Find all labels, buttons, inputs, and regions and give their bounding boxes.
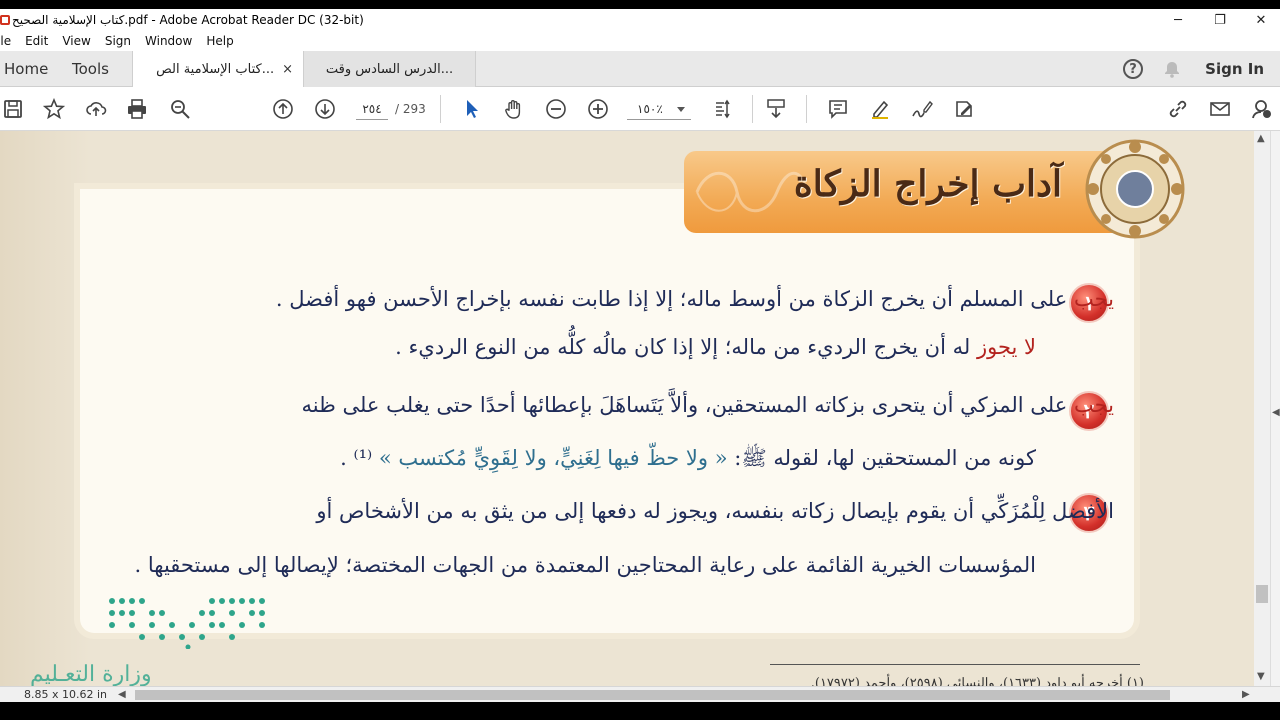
next-page-icon[interactable] — [313, 97, 337, 121]
tab-document-other[interactable]: الدرس السادس وقت... — [304, 51, 476, 87]
item-1-keyword-2: لا يجوز — [976, 335, 1036, 359]
scroll-right-icon[interactable]: ▶ — [1242, 689, 1250, 700]
right-pane-toggle[interactable]: ◀ — [1270, 131, 1280, 686]
item-2-line-1: يجب على المزكي أن يتحرى بزكاته المستحقين… — [301, 393, 1114, 417]
page-side-decoration — [0, 131, 90, 686]
hand-tool-icon[interactable] — [502, 97, 526, 121]
previous-page-icon[interactable] — [271, 97, 295, 121]
tab-document-other-label: الدرس السادس وقت... — [325, 61, 454, 77]
title-bar: كتاب الإسلامية الصحيح.pdf - Adobe Acroba… — [0, 9, 1280, 31]
page-number-input[interactable]: ٢٥٤ — [356, 98, 388, 120]
select-cursor-icon[interactable] — [460, 97, 484, 121]
tab-close-icon[interactable]: × — [282, 62, 293, 77]
ministry-name: وزارة التعـليم — [30, 662, 152, 686]
scroll-down-icon[interactable]: ▼ — [1257, 671, 1265, 682]
scroll-up-icon[interactable]: ▲ — [1257, 133, 1265, 144]
fill-sign-icon[interactable] — [952, 97, 976, 121]
item-1-line-2: لا يجوز له أن يخرج الرديء من ماله؛ إلا إ… — [395, 335, 1036, 359]
window-title: كتاب الإسلامية الصحيح.pdf - Adobe Acroba… — [12, 13, 364, 27]
toolbar: ٢٥٤ / 293 ١٥٠٪ — [0, 87, 1280, 131]
share-link-icon[interactable] — [1166, 97, 1190, 121]
footnote-marker: ⁽¹⁾ . — [340, 446, 379, 470]
menu-sign[interactable]: Sign — [105, 34, 131, 48]
horizontal-scroll-thumb[interactable] — [135, 690, 1170, 700]
page-total: / 293 — [395, 102, 426, 116]
tab-home[interactable]: Home — [4, 51, 48, 87]
item-3-line-1: الأفضل لِلْمُزَكِّي أن يقوم بإيصال زكاته… — [316, 499, 1114, 523]
highlight-pen-icon[interactable] — [868, 97, 892, 121]
tab-tools[interactable]: Tools — [72, 51, 109, 87]
ornamental-medallion-icon — [1085, 139, 1185, 239]
acrobat-app-icon — [0, 15, 10, 25]
tab-document-active[interactable]: كتاب الإسلامية الص... × — [132, 51, 304, 87]
item-3-line-2: المؤسسات الخيرية القائمة على رعاية المحت… — [134, 553, 1036, 577]
close-window-button[interactable]: ✕ — [1238, 9, 1280, 31]
draw-sign-icon[interactable] — [910, 97, 934, 121]
zoom-in-icon[interactable] — [586, 97, 610, 121]
page-size-readout: 8.85 x 10.62 in — [24, 688, 108, 701]
notification-bell-icon[interactable] — [1163, 60, 1181, 78]
item-2-text-2: كونه من المستحقين لها، لقوله ﷺ: — [727, 446, 1036, 470]
scroll-mode-icon[interactable] — [764, 97, 788, 121]
maximize-button[interactable]: ❐ — [1197, 9, 1243, 31]
save-icon[interactable] — [1, 97, 25, 121]
footnote-text: (١) أخرجه أبو داود (١٦٣٣)، والنسائي (٢٥٩… — [810, 676, 1144, 686]
print-icon[interactable] — [125, 97, 149, 121]
document-viewport[interactable]: آداب إخراج الزكاة ١ يجب على المسلم أن يخ… — [0, 131, 1254, 686]
item-1-text-2: له أن يخرج الرديء من ماله؛ إلا إذا كان م… — [395, 335, 977, 359]
footnote-divider — [770, 664, 1140, 665]
minimize-button[interactable]: ─ — [1155, 9, 1201, 31]
ministry-logo-dots — [109, 598, 265, 649]
find-zoom-icon[interactable] — [168, 97, 192, 121]
item-2-text: على المزكي أن يتحرى بزكاته المستحقين، وأ… — [301, 393, 1074, 417]
toolbar-divider — [440, 95, 441, 123]
bookmark-star-icon[interactable] — [42, 97, 66, 121]
toolbar-divider — [752, 95, 753, 123]
tab-bar: Home Tools كتاب الإسلامية الص... × الدرس… — [0, 51, 1280, 87]
sign-in-button[interactable]: Sign In — [1205, 51, 1264, 87]
toolbar-divider — [806, 95, 807, 123]
help-icon[interactable]: ? — [1123, 59, 1143, 79]
upload-cloud-icon[interactable] — [84, 97, 108, 121]
chevron-down-icon — [677, 107, 685, 112]
status-bar: 8.85 x 10.62 in ◀ ▶ — [0, 686, 1280, 702]
email-icon[interactable] — [1208, 97, 1232, 121]
lesson-heading: آداب إخراج الزكاة — [793, 163, 1062, 205]
heading-banner: آداب إخراج الزكاة — [684, 151, 1124, 233]
screen-bottom-edge — [0, 702, 1280, 720]
item-1-text: على المسلم أن يخرج الزكاة من أوسط ماله؛ … — [275, 287, 1074, 311]
hadith-quote: « ولا حظّ فيها لِغَنِيٍّ، ولا لِقَوِيٍّ … — [378, 446, 728, 470]
add-user-icon[interactable] — [1250, 97, 1274, 121]
menu-file[interactable]: File — [0, 34, 11, 48]
item-1-line-1: يجب على المسلم أن يخرج الزكاة من أوسط ما… — [276, 287, 1114, 311]
menu-help[interactable]: Help — [206, 34, 233, 48]
tab-document-label: كتاب الإسلامية الص... — [156, 61, 275, 77]
page-fit-icon[interactable] — [712, 97, 736, 121]
expand-pane-icon[interactable]: ◀ — [1272, 407, 1280, 418]
item-2-keyword: يجب — [1073, 393, 1114, 417]
screen-top-edge — [0, 0, 1280, 9]
item-1-keyword: يجب — [1073, 287, 1114, 311]
zoom-level-select[interactable]: ١٥٠٪ — [627, 98, 691, 120]
vertical-scrollbar[interactable]: ▲ ▼ — [1254, 131, 1270, 686]
menu-edit[interactable]: Edit — [25, 34, 48, 48]
menu-view[interactable]: View — [62, 34, 90, 48]
comment-icon[interactable] — [826, 97, 850, 121]
vertical-scroll-thumb[interactable] — [1256, 585, 1268, 603]
zoom-out-icon[interactable] — [544, 97, 568, 121]
scroll-left-icon[interactable]: ◀ — [118, 689, 126, 700]
menu-bar: File Edit View Sign Window Help — [0, 31, 1280, 51]
zoom-level-value: ١٥٠٪ — [637, 102, 663, 116]
menu-window[interactable]: Window — [145, 34, 192, 48]
item-2-line-2: كونه من المستحقين لها، لقوله ﷺ: « ولا حظ… — [340, 445, 1036, 476]
